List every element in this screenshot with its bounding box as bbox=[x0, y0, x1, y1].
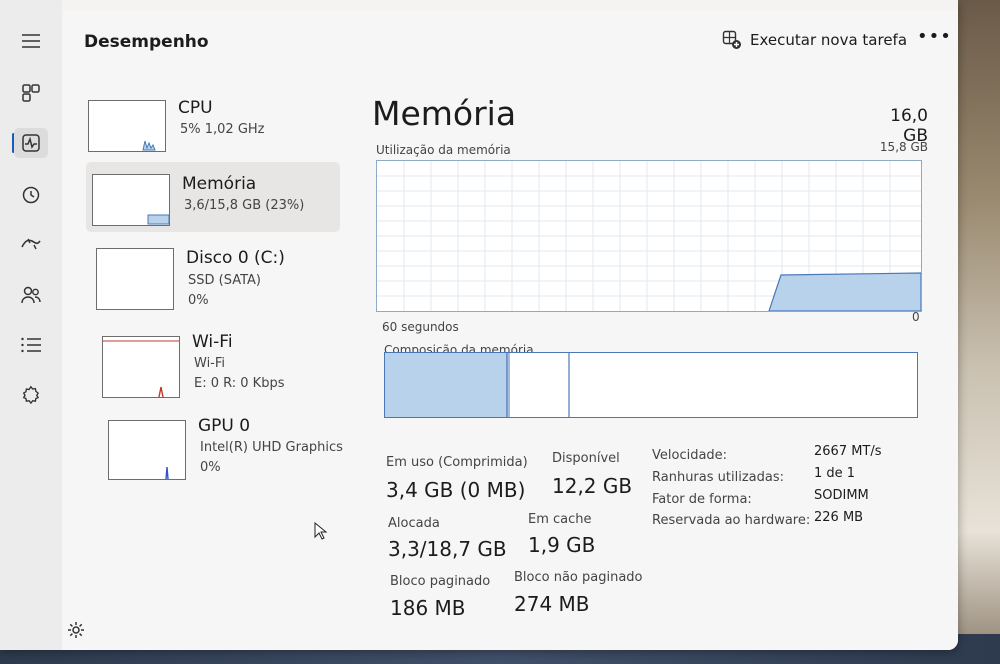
time-span-label: 60 segundos bbox=[382, 320, 459, 334]
details-icon[interactable] bbox=[14, 330, 48, 360]
paged-pool-label: Bloco paginado bbox=[390, 574, 491, 589]
memory-thumbnail bbox=[92, 174, 170, 226]
device-name: Wi-Fi bbox=[192, 332, 233, 352]
task-manager-window: Desempenho Executar nova tarefa ••• CPU … bbox=[0, 0, 958, 650]
memory-title: Memória bbox=[372, 94, 517, 133]
slots-label: Ranhuras utilizadas: bbox=[652, 470, 784, 485]
device-usage: 3,6/15,8 GB (23%) bbox=[184, 198, 305, 213]
nav-rail bbox=[0, 0, 62, 650]
in-use-label: Em uso (Comprimida) bbox=[386, 455, 528, 470]
processes-icon[interactable] bbox=[14, 78, 48, 108]
device-throughput: E: 0 R: 0 Kbps bbox=[194, 376, 285, 391]
mouse-cursor-icon bbox=[314, 521, 328, 544]
slots-value: 1 de 1 bbox=[814, 466, 856, 481]
memory-composition-bar bbox=[384, 352, 918, 418]
performance-icon[interactable] bbox=[14, 128, 48, 158]
device-type: Wi-Fi bbox=[194, 356, 226, 371]
more-options-button[interactable]: ••• bbox=[917, 26, 952, 47]
available-value: 12,2 GB bbox=[552, 474, 633, 498]
performance-page: Desempenho Executar nova tarefa ••• CPU … bbox=[62, 10, 958, 650]
paged-pool-value: 186 MB bbox=[390, 596, 466, 620]
page-title: Desempenho bbox=[84, 32, 209, 52]
device-disk[interactable]: Disco 0 (C:) SSD (SATA) 0% bbox=[90, 240, 342, 310]
memory-usage-graph bbox=[376, 160, 922, 312]
gpu-thumbnail bbox=[108, 420, 186, 480]
device-cpu[interactable]: CPU 5% 1,02 GHz bbox=[84, 94, 336, 164]
device-usage: 5% 1,02 GHz bbox=[180, 122, 265, 137]
device-name: GPU 0 bbox=[198, 416, 251, 436]
hardware-reserved-label: Reservada ao hardware: bbox=[652, 513, 811, 528]
committed-value: 3,3/18,7 GB bbox=[388, 537, 507, 561]
device-name: CPU bbox=[178, 98, 213, 118]
run-new-task-button[interactable]: Executar nova tarefa bbox=[722, 30, 907, 50]
disk-thumbnail bbox=[96, 248, 174, 310]
hardware-reserved-value: 226 MB bbox=[814, 510, 864, 525]
graph-axis-zero: 0 bbox=[912, 310, 920, 324]
usage-graph-label: Utilização da memória bbox=[376, 143, 511, 157]
new-task-icon bbox=[722, 30, 741, 49]
available-label: Disponível bbox=[552, 451, 620, 466]
usage-graph-max: 15,8 GB bbox=[879, 140, 928, 154]
speed-value: 2667 MT/s bbox=[814, 444, 882, 459]
app-history-icon[interactable] bbox=[14, 180, 48, 210]
nonpaged-pool-label: Bloco não paginado bbox=[514, 570, 643, 585]
hamburger-menu-icon[interactable] bbox=[14, 26, 48, 56]
wifi-thumbnail bbox=[102, 336, 180, 398]
speed-label: Velocidade: bbox=[652, 448, 728, 463]
device-model: Intel(R) UHD Graphics bbox=[200, 440, 343, 455]
form-factor-label: Fator de forma: bbox=[652, 492, 752, 507]
device-usage: 0% bbox=[200, 460, 221, 475]
run-new-task-label: Executar nova tarefa bbox=[750, 31, 908, 49]
device-name: Memória bbox=[182, 174, 257, 194]
form-factor-value: SODIMM bbox=[814, 488, 869, 503]
in-use-value: 3,4 GB (0 MB) bbox=[386, 478, 526, 502]
settings-icon[interactable] bbox=[66, 620, 86, 644]
cached-value: 1,9 GB bbox=[528, 533, 596, 557]
device-wifi[interactable]: Wi-Fi Wi-Fi E: 0 R: 0 Kbps bbox=[96, 328, 348, 408]
services-icon[interactable] bbox=[14, 380, 48, 410]
nonpaged-pool-value: 274 MB bbox=[514, 592, 590, 616]
device-memory[interactable]: Memória 3,6/15,8 GB (23%) bbox=[86, 162, 340, 232]
device-name: Disco 0 (C:) bbox=[186, 248, 285, 268]
device-type: SSD (SATA) bbox=[188, 273, 261, 288]
startup-apps-icon[interactable] bbox=[14, 228, 48, 258]
cpu-thumbnail bbox=[88, 100, 166, 152]
device-gpu[interactable]: GPU 0 Intel(R) UHD Graphics 0% bbox=[102, 412, 354, 492]
device-usage: 0% bbox=[188, 293, 209, 308]
users-icon[interactable] bbox=[14, 280, 48, 310]
cached-label: Em cache bbox=[528, 512, 592, 527]
committed-label: Alocada bbox=[388, 516, 440, 531]
